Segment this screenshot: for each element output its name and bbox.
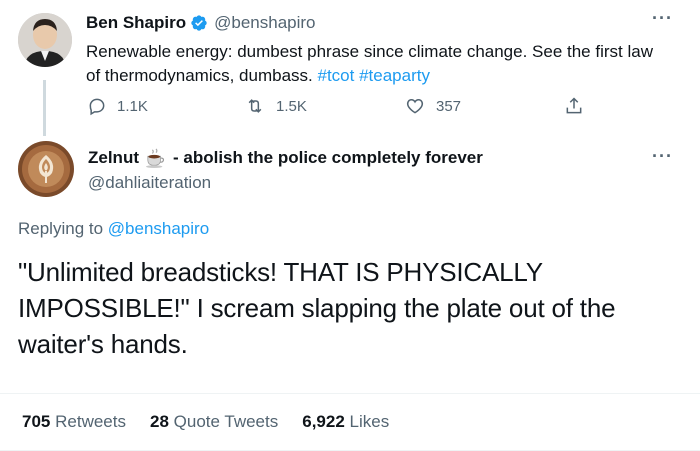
replying-to-handle[interactable]: @benshapiro [108,219,209,238]
replying-to: Replying to @benshapiro [18,219,209,239]
reply-icon [89,98,105,116]
retweet-action[interactable]: 1.5K [244,96,307,116]
share-icon [566,97,582,114]
author-name[interactable]: Ben Shapiro [86,13,186,33]
tweet-text: Renewable energy: dumbest phrase since c… [86,40,666,88]
reply-author-name[interactable]: Zelnut [88,148,139,168]
likes-count: 6,922 [302,412,345,431]
hashtag-tcot[interactable]: #tcot [317,66,354,85]
reply-action[interactable]: 1.1K [87,96,148,116]
retweets-stat[interactable]: 705 Retweets [22,412,126,432]
reply-header: Zelnut - abolish the police completely f… [88,148,483,168]
retweets-count: 705 [22,412,51,431]
hashtag-teaparty[interactable]: #teaparty [359,66,430,85]
reply-author-suffix[interactable]: - abolish the police completely forever [173,148,483,168]
likes-label: Likes [349,412,390,431]
reply-text: "Unlimited breadsticks! THAT IS PHYSICAL… [18,257,616,359]
verified-badge-icon [190,14,208,32]
retweets-label: Retweets [55,412,126,431]
stats-divider-top [0,393,700,394]
reply-author-handle[interactable]: @dahliaiteration [88,173,211,193]
engagement-stats: 705 Retweets 28 Quote Tweets 6,922 Likes [22,412,389,432]
avatar-benshapiro[interactable] [18,13,72,67]
thread-line [43,80,46,136]
coffee-emoji-icon [145,148,167,168]
like-count: 357 [436,97,462,115]
quote-tweets-count: 28 [149,412,169,431]
likes-stat[interactable]: 6,922 Likes [302,412,389,432]
retweet-icon [248,99,262,113]
like-action[interactable]: 357 [404,96,461,116]
share-action[interactable] [564,95,594,117]
quote-tweets-label: Quote Tweets [173,412,279,431]
author-handle[interactable]: @benshapiro [214,13,315,33]
reply-count: 1.1K [117,97,148,115]
retweet-count: 1.5K [276,97,307,115]
replying-to-label: Replying to [18,219,108,238]
quote-tweets-stat[interactable]: 28 Quote Tweets [150,412,278,432]
like-icon [406,98,424,114]
avatar-dahliaiteration[interactable] [18,141,74,197]
more-icon[interactable]: ··· [652,8,673,29]
tweet-header: Ben Shapiro @benshapiro [86,13,316,33]
reply-more-icon[interactable]: ··· [652,146,673,167]
